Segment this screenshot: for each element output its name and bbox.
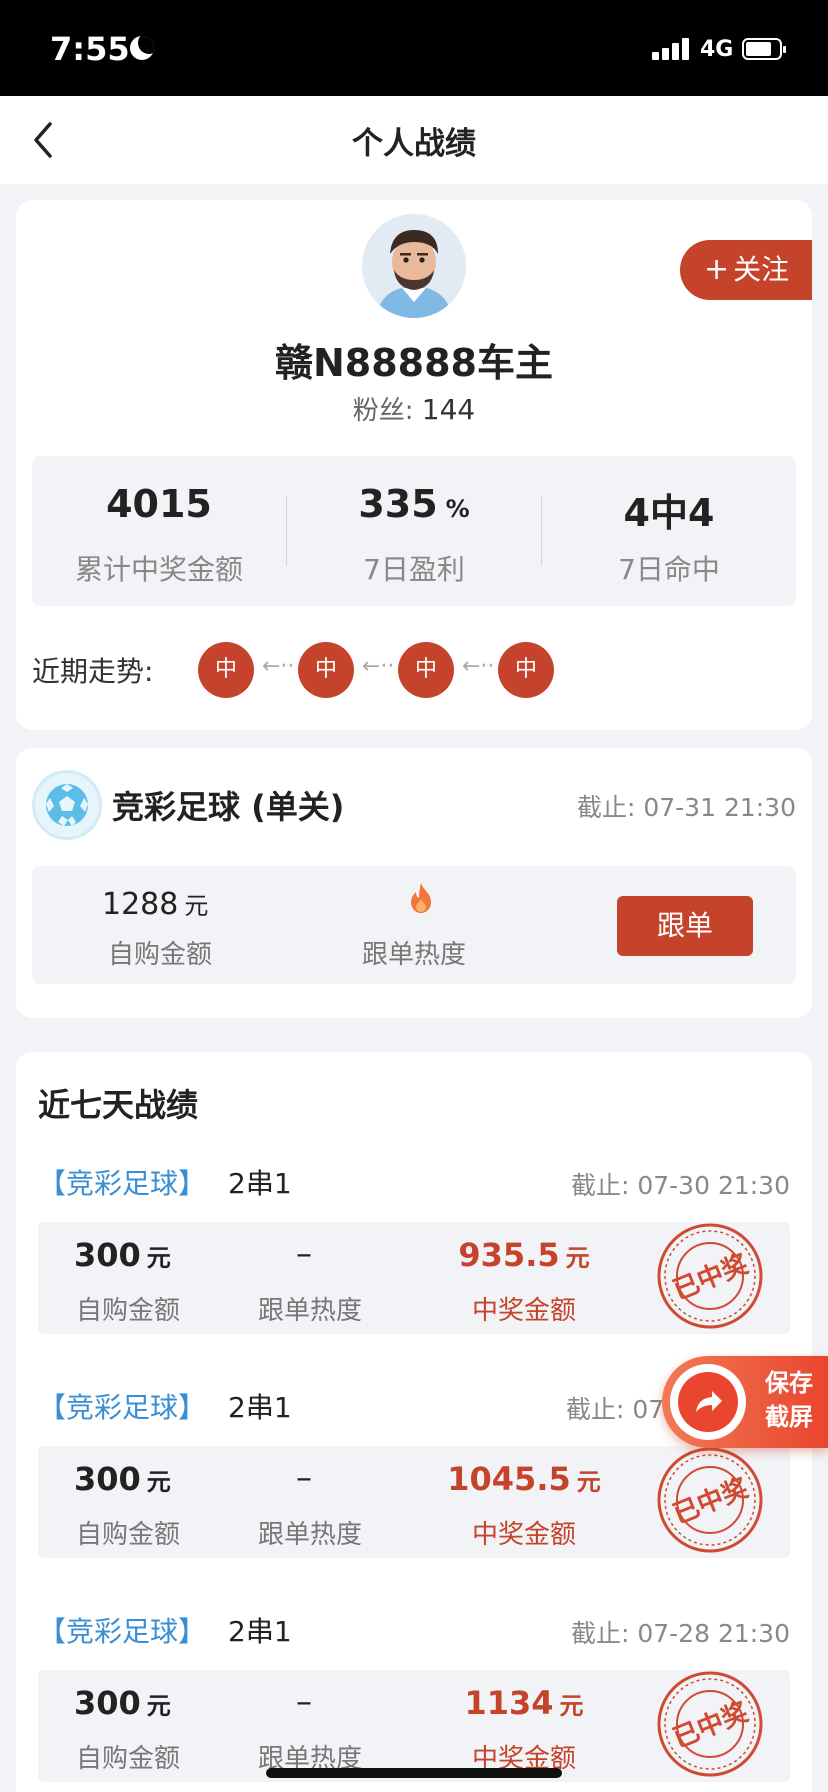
record-amount-label: 自购金额 bbox=[76, 1296, 181, 1326]
stat-7day-profit: 335% 7日盈利 bbox=[287, 456, 541, 606]
save-circle-inner bbox=[678, 1372, 738, 1432]
trend-arrow: ←·· bbox=[462, 654, 495, 679]
trend-arrow: ←·· bbox=[262, 654, 295, 679]
fans-label: 粉丝: bbox=[352, 396, 414, 426]
winning-stamp-icon: 已中奖 bbox=[657, 1447, 763, 1553]
stat-label: 7日盈利 bbox=[363, 553, 465, 586]
record-tag: 【竞彩足球】 bbox=[38, 1167, 207, 1200]
stat-label: 累计中奖金额 bbox=[74, 553, 243, 586]
trend-dot: 中 bbox=[398, 642, 454, 698]
trend-dot: 中 bbox=[198, 642, 254, 698]
record-prize-label: 中奖金额 bbox=[471, 1296, 576, 1326]
record-amount-label: 自购金额 bbox=[76, 1520, 181, 1550]
record-heat: – bbox=[296, 1458, 312, 1496]
record-amount: 300 元 bbox=[74, 1460, 171, 1498]
record-type: 2串1 bbox=[228, 1391, 292, 1424]
svg-text:已中奖: 已中奖 bbox=[669, 1696, 754, 1754]
share-icon bbox=[696, 1391, 722, 1412]
record-type: 2串1 bbox=[228, 1167, 292, 1200]
record-summary: 300 元 自购金额 – 跟单热度 1045.5 元 中奖金额 已中奖 bbox=[38, 1446, 790, 1558]
save-screenshot-button[interactable]: 保存 截屏 bbox=[662, 1356, 828, 1448]
stat-value: 4015 bbox=[106, 482, 212, 526]
record-deadline: 截止: 07-28 21:30 bbox=[570, 1619, 790, 1648]
nav-bar: 个人战绩 bbox=[0, 96, 828, 184]
pick-title: 竞彩足球 (单关) bbox=[112, 788, 345, 826]
trend-arrow: ←·· bbox=[362, 654, 395, 679]
pick-deadline: 截止: 07-31 21:30 bbox=[576, 793, 796, 822]
battery-icon bbox=[742, 38, 786, 60]
record-tag: 【竞彩足球】 bbox=[38, 1391, 207, 1424]
fans-row: 粉丝: 144 bbox=[16, 390, 812, 427]
stat-unit: % bbox=[445, 495, 470, 523]
record-tag: 【竞彩足球】 bbox=[38, 1615, 207, 1648]
trend-label: 近期走势: bbox=[32, 655, 154, 688]
fans-count: 144 bbox=[421, 393, 476, 426]
record-heat: – bbox=[296, 1234, 312, 1272]
section-title: 近七天战绩 bbox=[38, 1086, 199, 1124]
stat-total-prize: 4015 累计中奖金额 bbox=[32, 456, 286, 606]
record-amount: 300 元 bbox=[74, 1684, 171, 1722]
trend-dot: 中 bbox=[498, 642, 554, 698]
status-time: 7:55 bbox=[50, 30, 130, 68]
record-heat: – bbox=[296, 1682, 312, 1720]
home-indicator bbox=[266, 1768, 562, 1778]
profile-card: + 关注 赣N88888车主 粉丝: 144 4015 累计中奖金额 335% 7… bbox=[16, 200, 812, 730]
trend-row: 近期走势: 中 ←·· 中 ←·· 中 ←·· 中 bbox=[32, 640, 796, 700]
heat-label: 跟单热度 bbox=[362, 940, 467, 970]
record-amount: 300 元 bbox=[74, 1236, 171, 1274]
plus-icon: + bbox=[704, 252, 730, 287]
follow-button[interactable]: + 关注 bbox=[680, 240, 812, 300]
status-bar: 7:55 4G bbox=[0, 0, 828, 96]
trend-dot: 中 bbox=[298, 642, 354, 698]
record-summary: 300 元 自购金额 – 跟单热度 1134 元 中奖金额 已中奖 bbox=[38, 1670, 790, 1782]
username: 赣N88888车主 bbox=[274, 341, 553, 385]
stat-label: 7日命中 bbox=[618, 553, 720, 586]
fire-icon bbox=[411, 883, 431, 913]
pick-amount-label: 自购金额 bbox=[108, 940, 213, 970]
save-circle bbox=[670, 1364, 746, 1440]
pick-amount: 1288 元 bbox=[102, 887, 209, 922]
record-summary: 300 元 自购金额 – 跟单热度 935.5 元 中奖金额 已中奖 bbox=[38, 1222, 790, 1334]
pick-card[interactable]: 竞彩足球 (单关) 截止: 07-31 21:30 1288 元 自购金额 跟单热… bbox=[16, 748, 812, 1018]
svg-text:已中奖: 已中奖 bbox=[669, 1248, 754, 1306]
record-prize-label: 中奖金额 bbox=[471, 1520, 576, 1550]
record-prize: 935.5 元 bbox=[458, 1236, 590, 1274]
winning-stamp-icon: 已中奖 bbox=[657, 1223, 763, 1329]
page-title: 个人战绩 bbox=[352, 126, 476, 162]
moon-icon bbox=[130, 36, 154, 60]
record-deadline: 截止: 07-30 21:30 bbox=[570, 1171, 790, 1200]
record-prize: 1134 元 bbox=[464, 1684, 584, 1722]
record-heat-label: 跟单热度 bbox=[258, 1296, 363, 1326]
pick-summary: 1288 元 自购金额 跟单热度 跟单 bbox=[32, 866, 796, 984]
record-type: 2串1 bbox=[228, 1615, 292, 1648]
record-item[interactable]: 【竞彩足球】 2串1 截止: 07-30 21:30 300 元 自购金额 – 跟… bbox=[16, 1162, 812, 1386]
stat-value: 4中4 bbox=[623, 491, 715, 535]
signal-icon bbox=[652, 38, 692, 60]
winning-stamp-icon: 已中奖 bbox=[657, 1671, 763, 1777]
save-screenshot-label: 保存 截屏 bbox=[765, 1369, 813, 1431]
record-item[interactable]: 【竞彩足球】 2串1 截止: 07-28 21:30 300 元 自购金额 – 跟… bbox=[16, 1610, 812, 1792]
network-type: 4G bbox=[700, 37, 734, 62]
stat-7day-hits: 4中4 7日命中 bbox=[542, 456, 796, 606]
avatar[interactable] bbox=[362, 214, 466, 318]
follow-order-button[interactable]: 跟单 bbox=[617, 896, 753, 956]
svg-text:已中奖: 已中奖 bbox=[669, 1472, 754, 1530]
football-icon bbox=[32, 770, 102, 840]
record-prize: 1045.5 元 bbox=[447, 1460, 601, 1498]
record-amount-label: 自购金额 bbox=[76, 1744, 181, 1774]
record-heat-label: 跟单热度 bbox=[258, 1520, 363, 1550]
follow-label: 关注 bbox=[733, 253, 790, 286]
record-deadline: 截止: 07 bbox=[566, 1395, 665, 1424]
stat-value: 335% bbox=[358, 482, 470, 526]
stats-box: 4015 累计中奖金额 335% 7日盈利 4中4 7日命中 bbox=[32, 456, 796, 606]
